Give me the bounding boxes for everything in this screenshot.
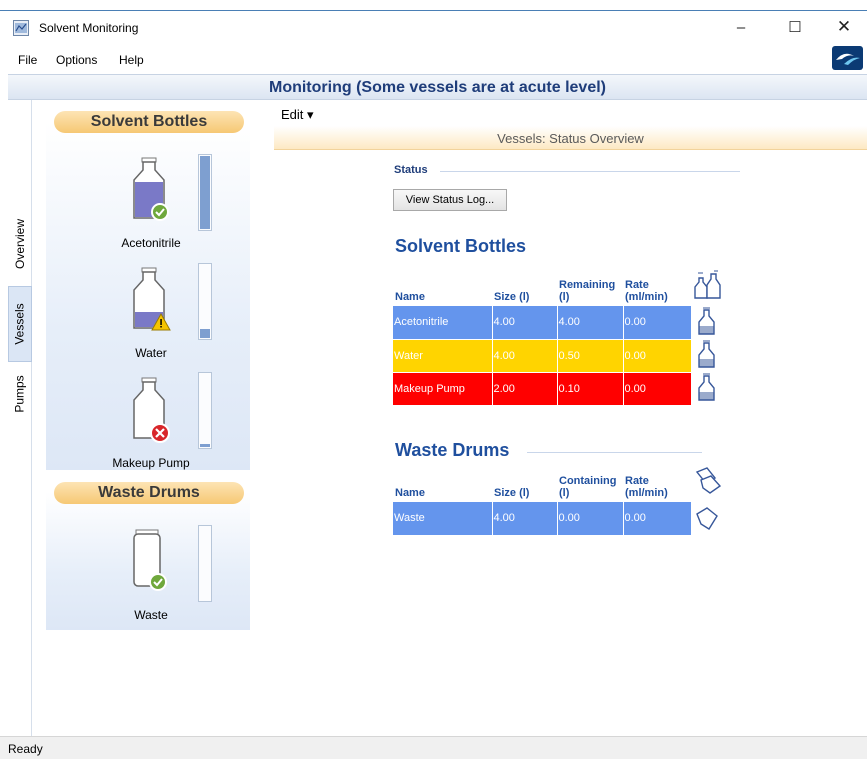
multi-bottle-icon <box>694 270 721 299</box>
close-button[interactable]: ✕ <box>821 13 867 41</box>
table-row[interactable]: Waste 4.00 0.00 0.00 <box>393 502 725 536</box>
cell-remaining: 0.50 <box>557 339 624 373</box>
waste-drums-table: Name Size (l) Containing (l) Rate (ml/mi… <box>393 466 725 536</box>
row-drum-icon-cell[interactable] <box>691 502 725 535</box>
row-bottle-icon-cell[interactable] <box>691 339 725 372</box>
cell-size: 4.00 <box>492 502 558 536</box>
vessel-panel: Solvent Bottles Acetonitrile Water Makeu… <box>46 110 250 630</box>
column-header-remaining: Remaining (l) <box>559 279 616 303</box>
table-header-row: Name Size (l) Containing (l) Rate (ml/mi… <box>393 466 725 502</box>
view-status-log-button[interactable]: View Status Log... <box>393 189 507 211</box>
row-bottle-icon-cell[interactable] <box>691 306 725 339</box>
makeup-pump-label: Makeup Pump <box>112 456 190 470</box>
column-header-size: Size (l) <box>494 487 530 499</box>
minimize-button[interactable]: – <box>718 13 764 41</box>
column-header-icon <box>691 466 725 502</box>
column-header-containing: Containing (l) <box>559 475 617 499</box>
cell-remaining: 4.00 <box>557 306 624 340</box>
cell-remaining: 0.10 <box>557 372 624 406</box>
cell-containing: 0.00 <box>557 502 624 536</box>
tab-pumps-label: Pumps <box>13 375 28 413</box>
water-label: Water <box>135 346 167 360</box>
tab-overview[interactable]: Overview <box>8 204 32 284</box>
waste-drums-title: Waste Drums <box>395 440 510 460</box>
column-header-rate: Rate (ml/min) <box>625 475 668 499</box>
waste-drums-divider <box>527 452 702 453</box>
title-bar: Solvent Monitoring – ☐ ✕ <box>0 10 867 42</box>
cell-name: Makeup Pump <box>393 372 493 406</box>
app-icon <box>13 20 29 36</box>
bottle-icon <box>697 340 715 368</box>
water-level-bar <box>198 263 212 340</box>
cell-size: 4.00 <box>492 339 558 373</box>
row-bottle-icon-cell[interactable] <box>691 372 725 405</box>
acetonitrile-bottle-icon[interactable] <box>130 156 174 224</box>
water-bottle-icon[interactable] <box>130 266 174 336</box>
column-header-name: Name <box>395 291 425 303</box>
acetonitrile-label: Acetonitrile <box>121 236 181 250</box>
monitoring-header: Monitoring (Some vessels are at acute le… <box>8 74 867 100</box>
cell-size: 2.00 <box>492 372 558 406</box>
cell-name: Waste <box>393 502 493 536</box>
company-logo-icon <box>832 46 863 70</box>
cell-rate: 0.00 <box>623 339 692 373</box>
menu-bar: File Options Help <box>0 42 867 74</box>
solvent-bottles-heading: Solvent Bottles <box>54 111 244 133</box>
tab-overview-label: Overview <box>13 218 28 270</box>
cell-name: Acetonitrile <box>393 306 493 340</box>
edit-menu[interactable]: Edit ▾ <box>281 107 314 123</box>
table-header-row: Name Size (l) Remaining (l) Rate (ml/min… <box>393 270 725 306</box>
bottle-icon <box>697 373 715 401</box>
solvent-bottles-table: Name Size (l) Remaining (l) Rate (ml/min… <box>393 270 725 406</box>
menu-file[interactable]: File <box>18 53 37 67</box>
overview-title: Vessels: Status Overview <box>497 131 644 146</box>
side-tab-strip: Overview Vessels Pumps <box>8 100 32 736</box>
maximize-button[interactable]: ☐ <box>772 13 818 41</box>
status-divider <box>440 171 740 172</box>
column-header-name: Name <box>395 487 425 499</box>
multi-drum-icon <box>695 467 722 494</box>
status-bar: Ready <box>0 736 867 759</box>
column-header-rate: Rate (ml/min) <box>625 279 668 303</box>
overview-title-bar: Vessels: Status Overview <box>274 126 867 150</box>
drum-icon <box>695 507 718 530</box>
waste-level-bar <box>198 525 212 602</box>
cell-rate: 0.00 <box>623 306 692 340</box>
monitoring-status-text: Monitoring (Some vessels are at acute le… <box>268 79 606 96</box>
cell-size: 4.00 <box>492 306 558 340</box>
window-title: Solvent Monitoring <box>39 21 139 35</box>
waste-drums-heading: Waste Drums <box>54 482 244 504</box>
bottle-icon <box>697 307 715 335</box>
cell-name: Water <box>393 339 493 373</box>
cell-rate: 0.00 <box>623 372 692 406</box>
tab-pumps[interactable]: Pumps <box>8 362 32 426</box>
column-header-size: Size (l) <box>494 291 530 303</box>
status-section-label: Status <box>394 164 428 176</box>
waste-label: Waste <box>134 608 168 622</box>
makeup-pump-bottle-icon[interactable] <box>130 376 174 446</box>
solvent-bottles-title: Solvent Bottles <box>395 236 527 256</box>
menu-options[interactable]: Options <box>56 53 97 67</box>
tab-vessels[interactable]: Vessels <box>8 286 32 362</box>
waste-drum-icon[interactable] <box>130 526 174 596</box>
tab-vessels-label: Vessels <box>13 303 28 345</box>
makeup-pump-level-bar <box>198 372 212 449</box>
cell-rate: 0.00 <box>623 502 692 536</box>
table-row[interactable]: Acetonitrile 4.00 4.00 0.00 <box>393 306 725 340</box>
column-header-icon <box>691 270 725 306</box>
status-bar-text: Ready <box>8 742 43 756</box>
table-row[interactable]: Water 4.00 0.50 0.00 <box>393 339 725 373</box>
acetonitrile-level-bar <box>198 154 212 231</box>
menu-help[interactable]: Help <box>119 53 144 67</box>
table-row[interactable]: Makeup Pump 2.00 0.10 0.00 <box>393 372 725 406</box>
